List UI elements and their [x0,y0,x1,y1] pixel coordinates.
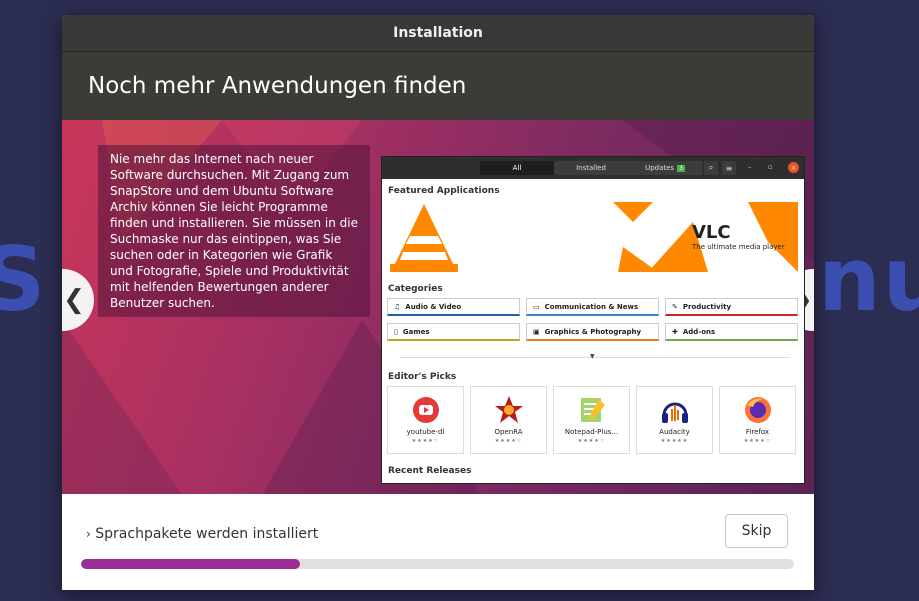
firefox-icon [743,395,773,425]
audacity-icon [660,395,690,425]
banner-subtitle: The ultimate media player [692,243,785,251]
picks-title: Editor's Picks [388,372,457,382]
updates-badge: 3 [677,164,685,172]
featured-banner: VLC The ultimate media player [388,202,798,272]
install-status-area: › Sprachpakete werden installiert Skip [62,494,814,590]
pick-youtube-dl: youtube-dl ★★★★☆ [387,386,464,454]
window-title: Installation [393,25,483,41]
chevron-left-icon: ❮ [63,285,85,315]
tab-all: All [480,161,554,175]
pick-audacity: Audacity ★★★★★ [636,386,713,454]
category-audio-video: ♫ Audio & Video [387,298,520,316]
tab-updates: Updates 3 [628,161,702,175]
divider [400,357,790,358]
tab-installed: Installed [554,161,628,175]
chat-icon: ▭ [533,302,540,311]
slide-header: Noch mehr Anwendungen finden [62,52,814,120]
slide-description: Nie mehr das Internet nach neuer Softwar… [98,145,370,317]
expander-arrow-icon: › [86,527,91,541]
recent-title: Recent Releases [388,466,472,476]
vlc-banner-art [390,202,798,272]
close-icon: × [788,162,799,173]
slide-title: Noch mehr Anwendungen finden [88,73,467,99]
pick-firefox: Firefox ★★★★☆ [719,386,796,454]
editors-picks: youtube-dl ★★★★☆ OpenRA ★★★★☆ Notepad-Plus… [387,386,796,454]
gamepad-icon: ▯ [394,327,398,336]
status-label: Sprachpakete werden installiert [95,526,319,542]
category-games: ▯ Games [387,323,520,341]
pick-openra: OpenRA ★★★★☆ [470,386,547,454]
snap-store-screenshot: All Installed Updates 3 ⌕ ≡ – ▫ × Feature… [381,156,805,484]
store-headerbar: All Installed Updates 3 ⌕ ≡ – ▫ × [382,157,804,179]
banner-title: VLC [692,222,731,243]
youtube-icon [411,395,441,425]
background-text-left: S [0,228,48,331]
pick-notepad-plus: Notepad-Plus... ★★★★☆ [553,386,630,454]
minimize-icon: – [748,163,752,171]
maximize-icon: ▫ [768,163,773,171]
menu-icon: ≡ [722,161,736,175]
window-titlebar: Installation [62,15,814,52]
image-icon: ▣ [533,327,540,336]
installer-window: Installation Noch mehr Anwendungen finde… [62,15,814,590]
category-grid: ♫ Audio & Video ▭ Communication & News ✎ Pr… [387,298,799,341]
pencil-icon: ✎ [672,302,678,311]
store-tabs: All Installed Updates 3 [480,161,702,175]
expand-arrow-icon: ▼ [590,353,595,360]
background-text-right: nu [818,228,919,331]
category-productivity: ✎ Productivity [665,298,798,316]
search-icon: ⌕ [704,161,718,175]
openra-star-icon [494,395,524,425]
category-graphics: ▣ Graphics & Photography [526,323,659,341]
featured-title: Featured Applications [388,186,500,196]
categories-title: Categories [388,284,443,294]
notepad-icon [577,395,607,425]
puzzle-icon: ✚ [672,327,678,336]
slideshow: Nie mehr das Internet nach neuer Softwar… [62,120,814,495]
install-progress-bar [81,559,794,569]
music-icon: ♫ [394,302,401,311]
category-communication: ▭ Communication & News [526,298,659,316]
skip-button[interactable]: Skip [725,514,788,548]
category-addons: ✚ Add-ons [665,323,798,341]
progress-fill [81,559,300,569]
install-status[interactable]: › Sprachpakete werden installiert [86,526,318,542]
